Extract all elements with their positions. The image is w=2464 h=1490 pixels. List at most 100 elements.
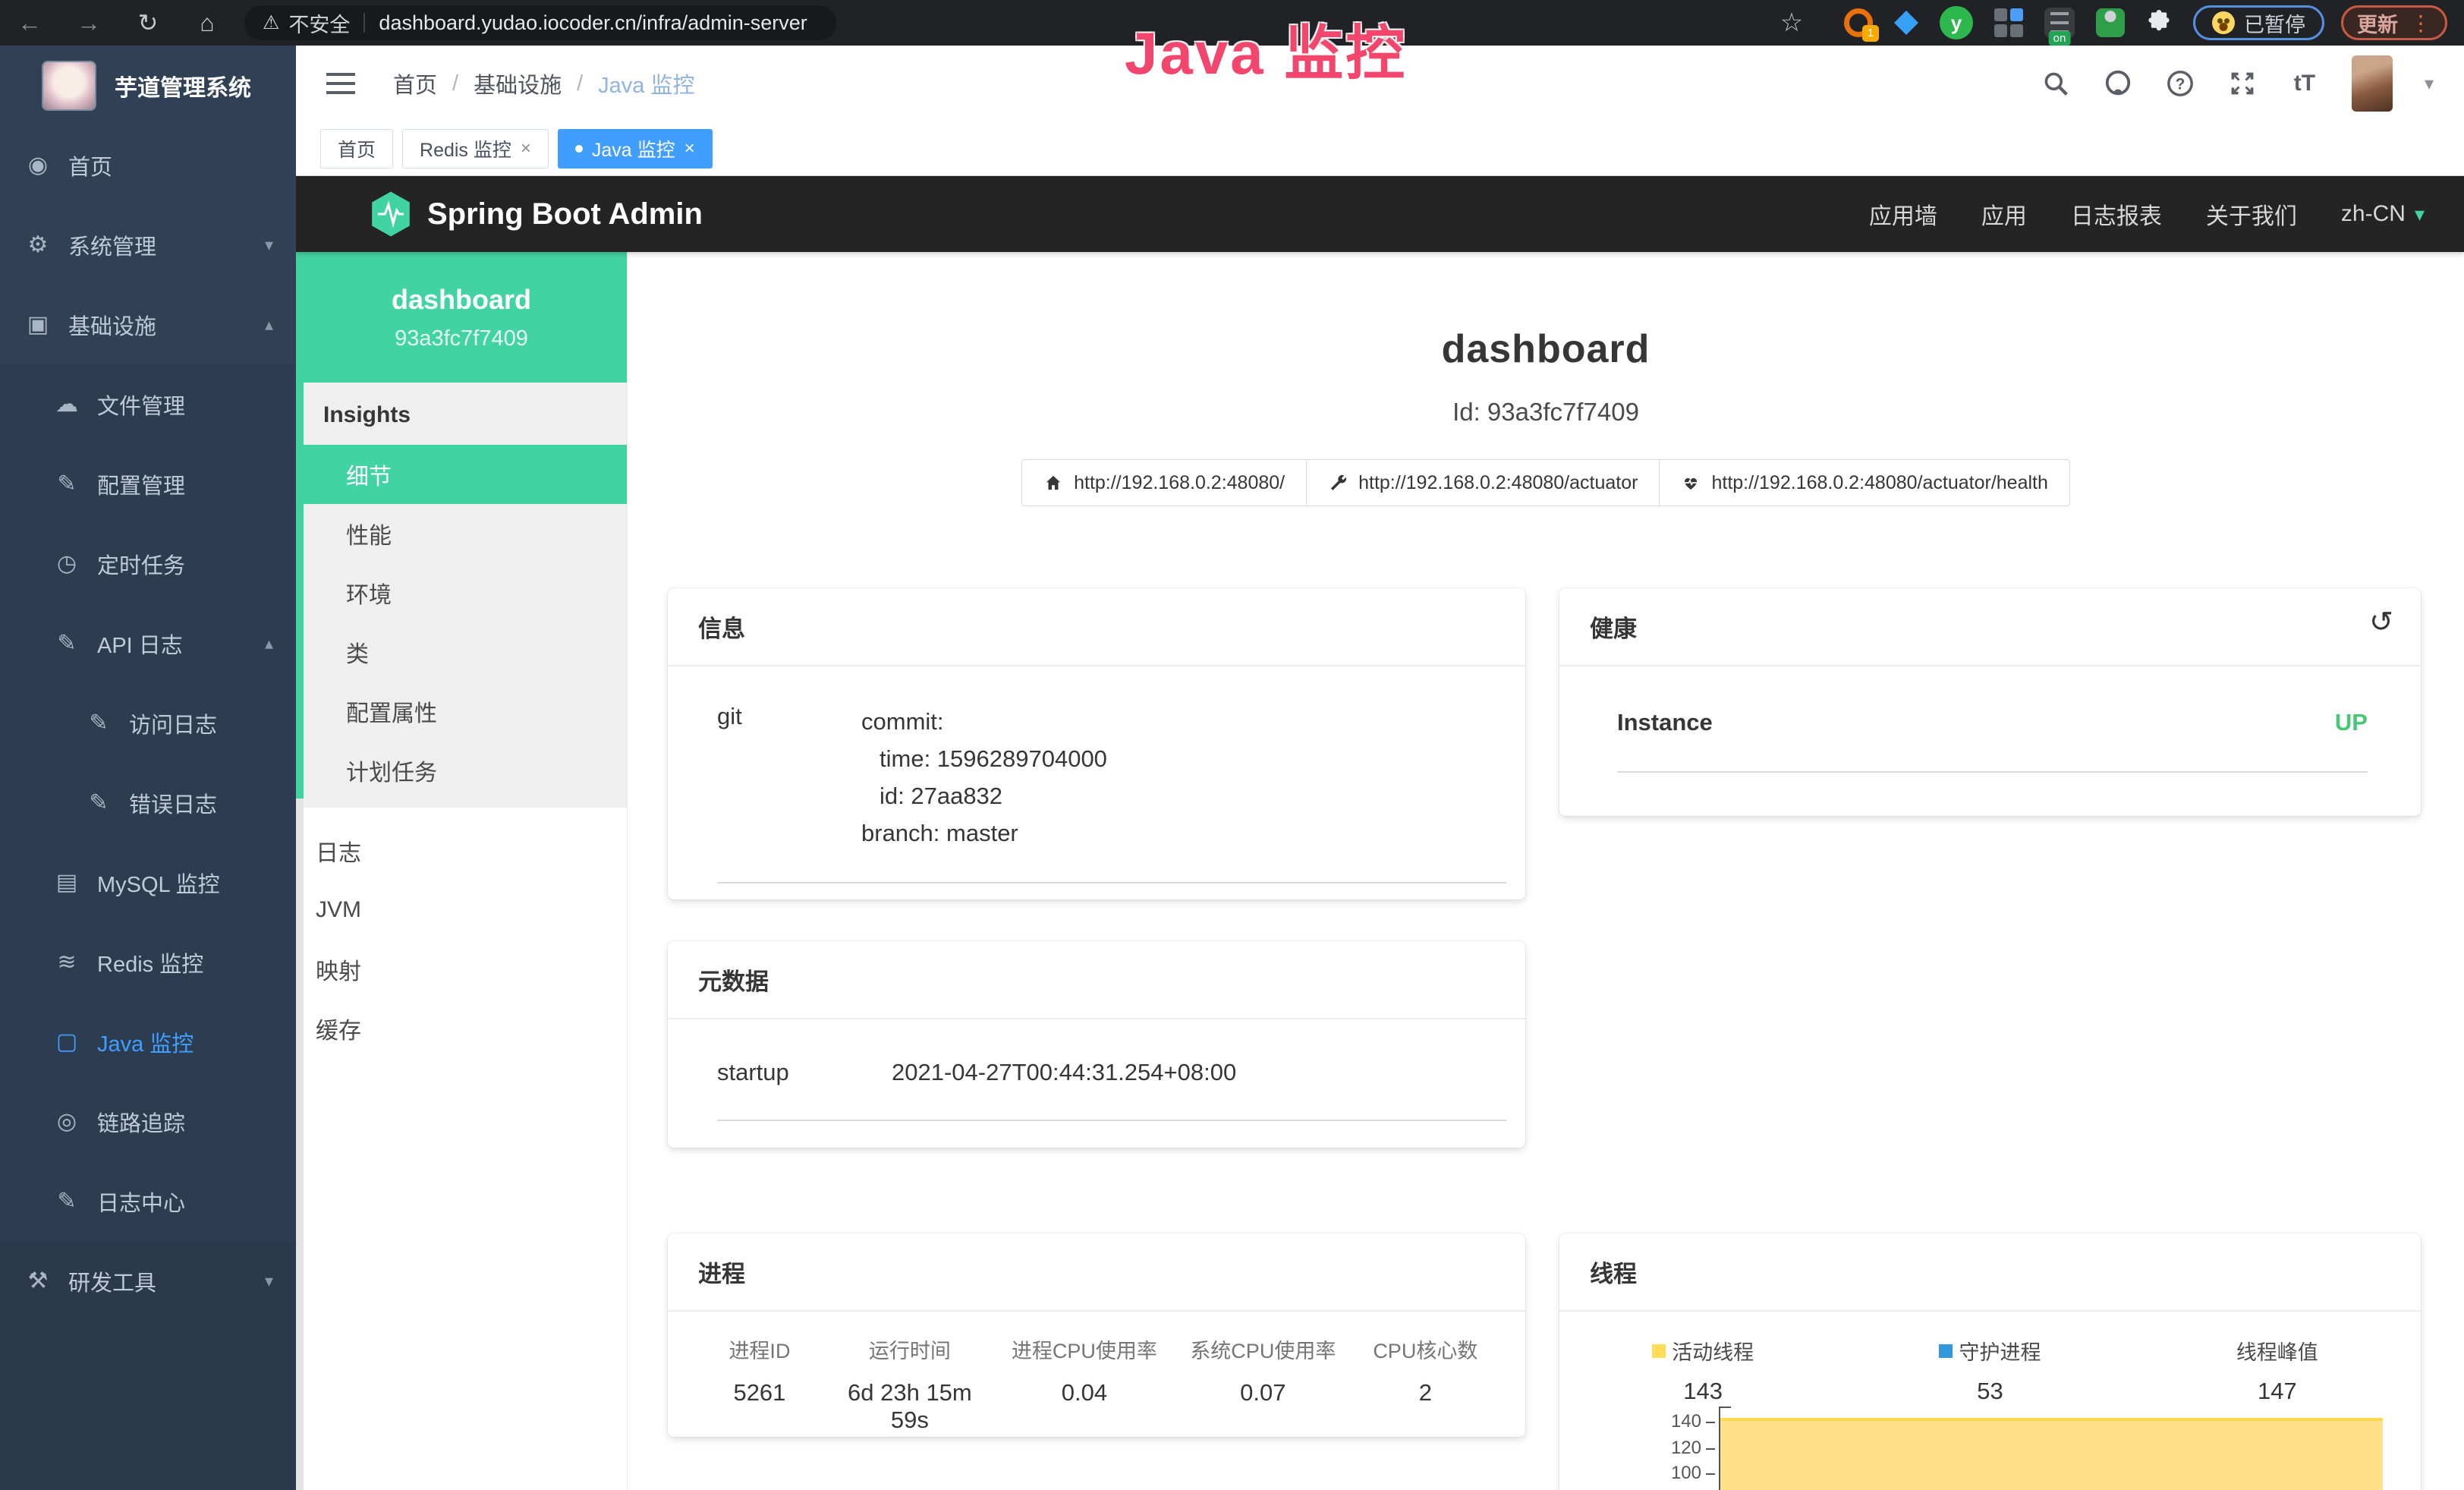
- metadata-key: startup: [717, 1059, 892, 1086]
- active-tab-dot: [575, 145, 583, 153]
- sidebar-item-system[interactable]: ⚙ 系统管理 ▾: [0, 205, 296, 285]
- health-url-button[interactable]: http://192.168.0.2:48080/actuator/health: [1659, 459, 2069, 506]
- tab-label: 首页: [338, 135, 376, 162]
- info-card: 信息 git commit: time: 1596289704000 id: 2…: [668, 588, 1525, 899]
- github-icon[interactable]: [2103, 68, 2133, 99]
- security-warning-icon[interactable]: ⚠: [263, 11, 279, 34]
- url-text[interactable]: dashboard.yudao.iocoder.cn/infra/admin-s…: [379, 11, 807, 35]
- close-icon[interactable]: ×: [684, 138, 695, 159]
- app-logo[interactable]: 芋道管理系统: [0, 46, 296, 125]
- breadcrumb-infrastructure[interactable]: 基础设施: [474, 68, 562, 99]
- sprout-extension-icon[interactable]: [2096, 8, 2125, 37]
- close-icon[interactable]: ×: [521, 138, 531, 159]
- update-button[interactable]: 更新 ⋮: [2341, 5, 2447, 40]
- home-icon[interactable]: ⌂: [178, 9, 237, 37]
- process-card: 进程 进程ID 运行时间 进程CPU使用率 系统CPU使用率 CPU核心数 52…: [668, 1233, 1525, 1437]
- chevron-up-icon: ▴: [265, 634, 273, 654]
- live-threads-area: [1720, 1418, 2383, 1490]
- yellow-swatch-icon: [1652, 1344, 1666, 1358]
- spring-boot-admin-header: Spring Boot Admin 应用墙 应用 日志报表 关于我们 zh-CN…: [296, 176, 2464, 252]
- nav-applications-wall[interactable]: 应用墙: [1869, 197, 1937, 231]
- sidebar-item-devtools[interactable]: ⚒ 研发工具 ▾: [0, 1241, 296, 1321]
- health-history-icon[interactable]: ↺: [2369, 605, 2393, 639]
- orange-monkey-extension-icon[interactable]: 1: [1844, 8, 1873, 37]
- instance-menu-metrics[interactable]: 性能: [296, 504, 627, 563]
- health-instance-row[interactable]: Instance UP: [1617, 709, 2368, 773]
- instance-menu-caches[interactable]: 缓存: [296, 999, 627, 1058]
- nav-applications[interactable]: 应用: [1981, 197, 2027, 231]
- search-icon[interactable]: [2041, 68, 2071, 99]
- font-size-icon[interactable]: tT: [2289, 68, 2320, 99]
- nav-journal[interactable]: 日志报表: [2071, 197, 2162, 231]
- bookmark-star-icon[interactable]: ☆: [1762, 8, 1821, 38]
- actuator-url-button[interactable]: http://192.168.0.2:48080/actuator: [1306, 459, 1660, 506]
- sidebar-item-home[interactable]: ◉ 首页: [0, 125, 296, 205]
- instance-menu-jvm[interactable]: JVM: [296, 880, 627, 940]
- reload-icon[interactable]: ↻: [118, 8, 178, 37]
- instance-id: 93a3fc7f7409: [395, 326, 528, 351]
- annotation-overlay: Java 监控: [1125, 6, 1407, 91]
- sidebar-item-infrastructure[interactable]: ▣ 基础设施 ▴: [0, 285, 296, 364]
- fullscreen-icon[interactable]: [2227, 68, 2258, 99]
- sidebar-item-mysql-monitor[interactable]: ▤ MySQL 监控: [0, 843, 296, 922]
- paused-extension-badge[interactable]: 已暂停: [2193, 5, 2324, 40]
- kebab-menu-icon[interactable]: ⋮: [2410, 11, 2431, 36]
- spring-boot-admin-brand[interactable]: Spring Boot Admin: [427, 197, 703, 232]
- collapse-sidebar-icon[interactable]: [326, 73, 355, 94]
- caret-down-icon[interactable]: ▾: [2425, 73, 2434, 95]
- forward-icon[interactable]: →: [59, 9, 118, 37]
- sidebar-item-scheduled-tasks[interactable]: ◷ 定时任务: [0, 524, 296, 603]
- sidebar-item-label: 系统管理: [68, 229, 156, 261]
- instance-menu-config-props[interactable]: 配置属性: [296, 682, 627, 741]
- service-url-button[interactable]: http://192.168.0.2:48080/: [1021, 459, 1307, 506]
- instance-header[interactable]: dashboard 93a3fc7f7409: [296, 252, 627, 383]
- instance-menu-environment[interactable]: 环境: [296, 563, 627, 622]
- sidebar-item-error-logs[interactable]: ✎ 错误日志: [0, 763, 296, 843]
- spring-boot-admin-logo-icon: [370, 191, 412, 238]
- breadcrumb-home[interactable]: 首页: [393, 68, 437, 99]
- admin-sidebar: 芋道管理系统 ◉ 首页 ⚙ 系统管理 ▾ ▣ 基础设施 ▴ ☁ 文件管理 ✎ 配…: [0, 46, 296, 1490]
- sidebar-item-log-center[interactable]: ✎ 日志中心: [0, 1161, 296, 1241]
- instance-menu-logs[interactable]: 日志: [296, 821, 627, 880]
- metadata-card: 元数据 startup 2021-04-27T00:44:31.254+08:0…: [668, 941, 1525, 1148]
- security-label[interactable]: 不安全: [288, 8, 350, 38]
- sidebar-item-java-monitor[interactable]: ▢ Java 监控: [0, 1002, 296, 1082]
- sidebar-scrollbar[interactable]: [296, 252, 304, 1490]
- instance-menu-classes[interactable]: 类: [296, 622, 627, 682]
- sidebar-item-label: MySQL 监控: [97, 867, 220, 899]
- sidebar-item-trace[interactable]: ◎ 链路追踪: [0, 1082, 296, 1161]
- instance-menu-details[interactable]: 细节: [296, 445, 627, 504]
- sidebar-item-config-management[interactable]: ✎ 配置管理: [0, 444, 296, 524]
- sidebar-item-file-management[interactable]: ☁ 文件管理: [0, 364, 296, 444]
- info-key: git: [717, 703, 861, 852]
- instance-menu-scheduled[interactable]: 计划任务: [296, 741, 627, 800]
- locale-selector[interactable]: zh-CN ▾: [2341, 201, 2425, 227]
- blue-pin-extension-icon[interactable]: [1894, 11, 1918, 35]
- tab-java-monitor[interactable]: Java 监控 ×: [558, 129, 713, 169]
- scrollbar-thumb[interactable]: [296, 252, 304, 799]
- on-switch-extension-icon[interactable]: on: [2044, 8, 2075, 38]
- instance-root-menu: 日志 JVM 映射 缓存: [296, 808, 627, 1058]
- chevron-up-icon: ▴: [265, 315, 273, 335]
- chevron-down-icon: ▾: [265, 1271, 273, 1291]
- devtools-icon: ⚒: [24, 1268, 52, 1294]
- grid-extension-icon[interactable]: [1994, 8, 2023, 37]
- user-avatar[interactable]: [2352, 55, 2393, 112]
- instance-id-line: Id: 93a3fc7f7409: [628, 398, 2464, 427]
- java-monitor-icon: ▢: [53, 1029, 80, 1055]
- back-icon[interactable]: ←: [0, 9, 59, 37]
- instance-menu-mappings[interactable]: 映射: [296, 940, 627, 999]
- sidebar-item-api-logs[interactable]: ✎ API 日志 ▴: [0, 603, 296, 683]
- sidebar-item-label: 首页: [68, 150, 112, 181]
- instance-links: http://192.168.0.2:48080/ http://192.168…: [628, 459, 2464, 506]
- service-url: http://192.168.0.2:48080/: [1074, 472, 1285, 494]
- extensions-puzzle-icon[interactable]: [2146, 10, 2172, 36]
- address-bar[interactable]: ⚠ 不安全 dashboard.yudao.iocoder.cn/infra/a…: [244, 5, 836, 40]
- tab-home[interactable]: 首页: [320, 129, 393, 169]
- sidebar-item-access-logs[interactable]: ✎ 访问日志: [0, 683, 296, 763]
- nav-about[interactable]: 关于我们: [2206, 197, 2297, 231]
- sidebar-item-redis-monitor[interactable]: ≋ Redis 监控: [0, 922, 296, 1002]
- help-icon[interactable]: ?: [2165, 68, 2195, 99]
- tab-redis-monitor[interactable]: Redis 监控 ×: [402, 129, 549, 169]
- green-y-extension-icon[interactable]: y: [1940, 6, 1973, 39]
